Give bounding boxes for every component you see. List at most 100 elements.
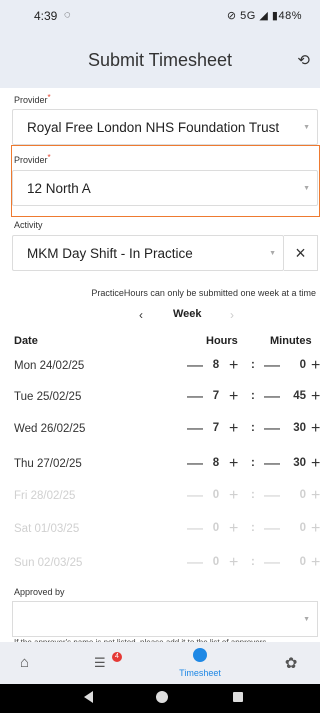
provider-value: Royal Free London NHS Foundation Trust xyxy=(27,120,280,135)
home-button-icon[interactable] xyxy=(156,691,168,703)
provider-label-2-text: Provider xyxy=(14,155,48,165)
col-date: Date xyxy=(14,335,38,347)
row-date: Mon 24/02/25 xyxy=(14,360,85,372)
required-marker: * xyxy=(47,93,51,102)
row-date: Sun 02/03/25 xyxy=(14,557,83,569)
minutes-value: 45 xyxy=(293,390,306,402)
minutes-value: 0 xyxy=(299,489,306,501)
recents-icon[interactable] xyxy=(233,692,243,702)
nav-messages[interactable]: ☰ 4 xyxy=(94,652,134,672)
hours-decrement-button: — xyxy=(187,520,203,537)
messages-badge: 4 xyxy=(112,652,122,662)
approved-by-select[interactable]: ▼ xyxy=(12,601,318,637)
minutes-value: 0 xyxy=(299,556,306,568)
minutes-decrement-button[interactable]: — xyxy=(264,420,280,438)
hours-increment-button: + xyxy=(229,554,239,571)
hours-increment-button[interactable]: + xyxy=(229,357,238,375)
next-week-button[interactable]: › xyxy=(230,308,234,322)
minutes-decrement-button: — xyxy=(264,487,280,504)
minutes-increment-button[interactable]: + xyxy=(311,455,320,473)
system-nav-bar xyxy=(0,684,320,713)
time-separator: : xyxy=(251,489,255,501)
status-bar: 4:39 ◌ ⊘ 5G ◢ ▮48% xyxy=(0,0,320,32)
network-icon: ⊘ xyxy=(226,10,241,22)
week-navigator: ‹ Week › xyxy=(0,308,320,326)
prev-week-button[interactable]: ‹ xyxy=(139,308,143,322)
chevron-down-icon: ▼ xyxy=(269,250,276,257)
time-separator: : xyxy=(251,457,255,469)
nav-settings[interactable]: ✿ xyxy=(276,654,306,673)
minutes-decrement-button[interactable]: — xyxy=(264,388,280,406)
hours-increment-button[interactable]: + xyxy=(229,420,238,438)
status-time: 4:39 xyxy=(34,9,58,23)
table-row: Thu 27/02/25 — 8 + : — 30 + xyxy=(0,455,320,476)
refresh-icon[interactable]: ⟲ xyxy=(297,51,310,69)
hours-increment-button[interactable]: + xyxy=(229,388,238,406)
minutes-value: 30 xyxy=(293,422,306,434)
row-date: Wed 26/02/25 xyxy=(14,423,86,435)
nav-timesheet[interactable]: Timesheet xyxy=(172,648,228,678)
provider-select[interactable]: Royal Free London NHS Foundation Trust ▼ xyxy=(12,109,318,145)
hours-decrement-button[interactable]: — xyxy=(187,420,203,438)
time-separator: : xyxy=(251,359,255,371)
minutes-increment-button[interactable]: + xyxy=(311,388,320,406)
hours-decrement-button[interactable]: — xyxy=(187,357,203,375)
hours-value: 0 xyxy=(212,556,220,568)
minutes-decrement-button: — xyxy=(264,520,280,537)
hours-value: 8 xyxy=(212,457,220,469)
submission-note: PracticeHours can only be submitted one … xyxy=(91,288,316,298)
row-date: Fri 28/02/25 xyxy=(14,490,76,502)
settings-icon: ✿ xyxy=(284,655,298,672)
minutes-value: 0 xyxy=(299,359,306,371)
hours-increment-button: + xyxy=(229,487,239,504)
ward-value: 12 North A xyxy=(27,181,91,196)
minutes-decrement-button: — xyxy=(264,554,280,571)
row-date: Thu 27/02/25 xyxy=(14,458,82,470)
time-separator: : xyxy=(251,422,255,434)
back-icon[interactable] xyxy=(84,691,93,703)
provider-label: Provider* xyxy=(14,93,51,105)
hours-value: 0 xyxy=(212,522,220,534)
home-icon: ⌂ xyxy=(20,654,30,671)
activity-select[interactable]: MKM Day Shift - In Practice ▼ xyxy=(12,235,284,271)
clock-icon xyxy=(193,648,207,662)
time-separator: : xyxy=(251,390,255,402)
table-row: Sat 01/03/25 — 0 + : — 0 + xyxy=(0,520,320,541)
app-bar: Submit Timesheet ⟲ xyxy=(0,32,320,88)
page-title: Submit Timesheet xyxy=(87,50,233,70)
col-hours: Hours xyxy=(206,335,238,347)
row-date: Tue 25/02/25 xyxy=(14,391,82,403)
minutes-value: 0 xyxy=(299,522,306,534)
minutes-increment-button: + xyxy=(311,554,320,571)
hours-decrement-button: — xyxy=(187,554,203,571)
minutes-increment-button: + xyxy=(311,487,320,504)
ward-select[interactable]: 12 North A ▼ xyxy=(12,170,318,206)
table-row: Fri 28/02/25 — 0 + : — 0 + xyxy=(0,487,320,508)
hours-value: 7 xyxy=(212,422,220,434)
week-label: Week xyxy=(173,308,202,320)
minutes-increment-button[interactable]: + xyxy=(311,357,320,375)
row-date: Sat 01/03/25 xyxy=(14,523,80,535)
approved-by-label: Approved by xyxy=(14,587,65,597)
chevron-down-icon: ▼ xyxy=(303,185,310,192)
table-row: Tue 25/02/25 — 7 + : — 45 + xyxy=(0,388,320,409)
time-separator: : xyxy=(251,556,255,568)
minutes-decrement-button[interactable]: — xyxy=(264,357,280,375)
battery-level: 48% xyxy=(278,10,302,22)
clear-activity-button[interactable]: × xyxy=(284,235,318,271)
hours-value: 8 xyxy=(212,359,220,371)
hours-increment-button[interactable]: + xyxy=(229,455,238,473)
timesheet-label: Timesheet xyxy=(179,668,221,678)
hours-decrement-button[interactable]: — xyxy=(187,388,203,406)
minutes-decrement-button[interactable]: — xyxy=(264,455,280,473)
hours-decrement-button[interactable]: — xyxy=(187,455,203,473)
activity-label: Activity xyxy=(14,220,43,230)
minutes-increment-button[interactable]: + xyxy=(311,420,320,438)
nav-home[interactable]: ⌂ xyxy=(20,654,60,672)
hours-value: 7 xyxy=(212,390,220,402)
status-icons: ⊘ 5G ◢ ▮48% xyxy=(227,9,302,22)
signal-icon: ◢ xyxy=(255,10,272,22)
whatsapp-icon: ◌ xyxy=(64,9,71,21)
bottom-nav: ⌂ ☰ 4 Timesheet ✿ xyxy=(0,642,320,684)
table-header: Date Hours Minutes xyxy=(0,335,320,349)
